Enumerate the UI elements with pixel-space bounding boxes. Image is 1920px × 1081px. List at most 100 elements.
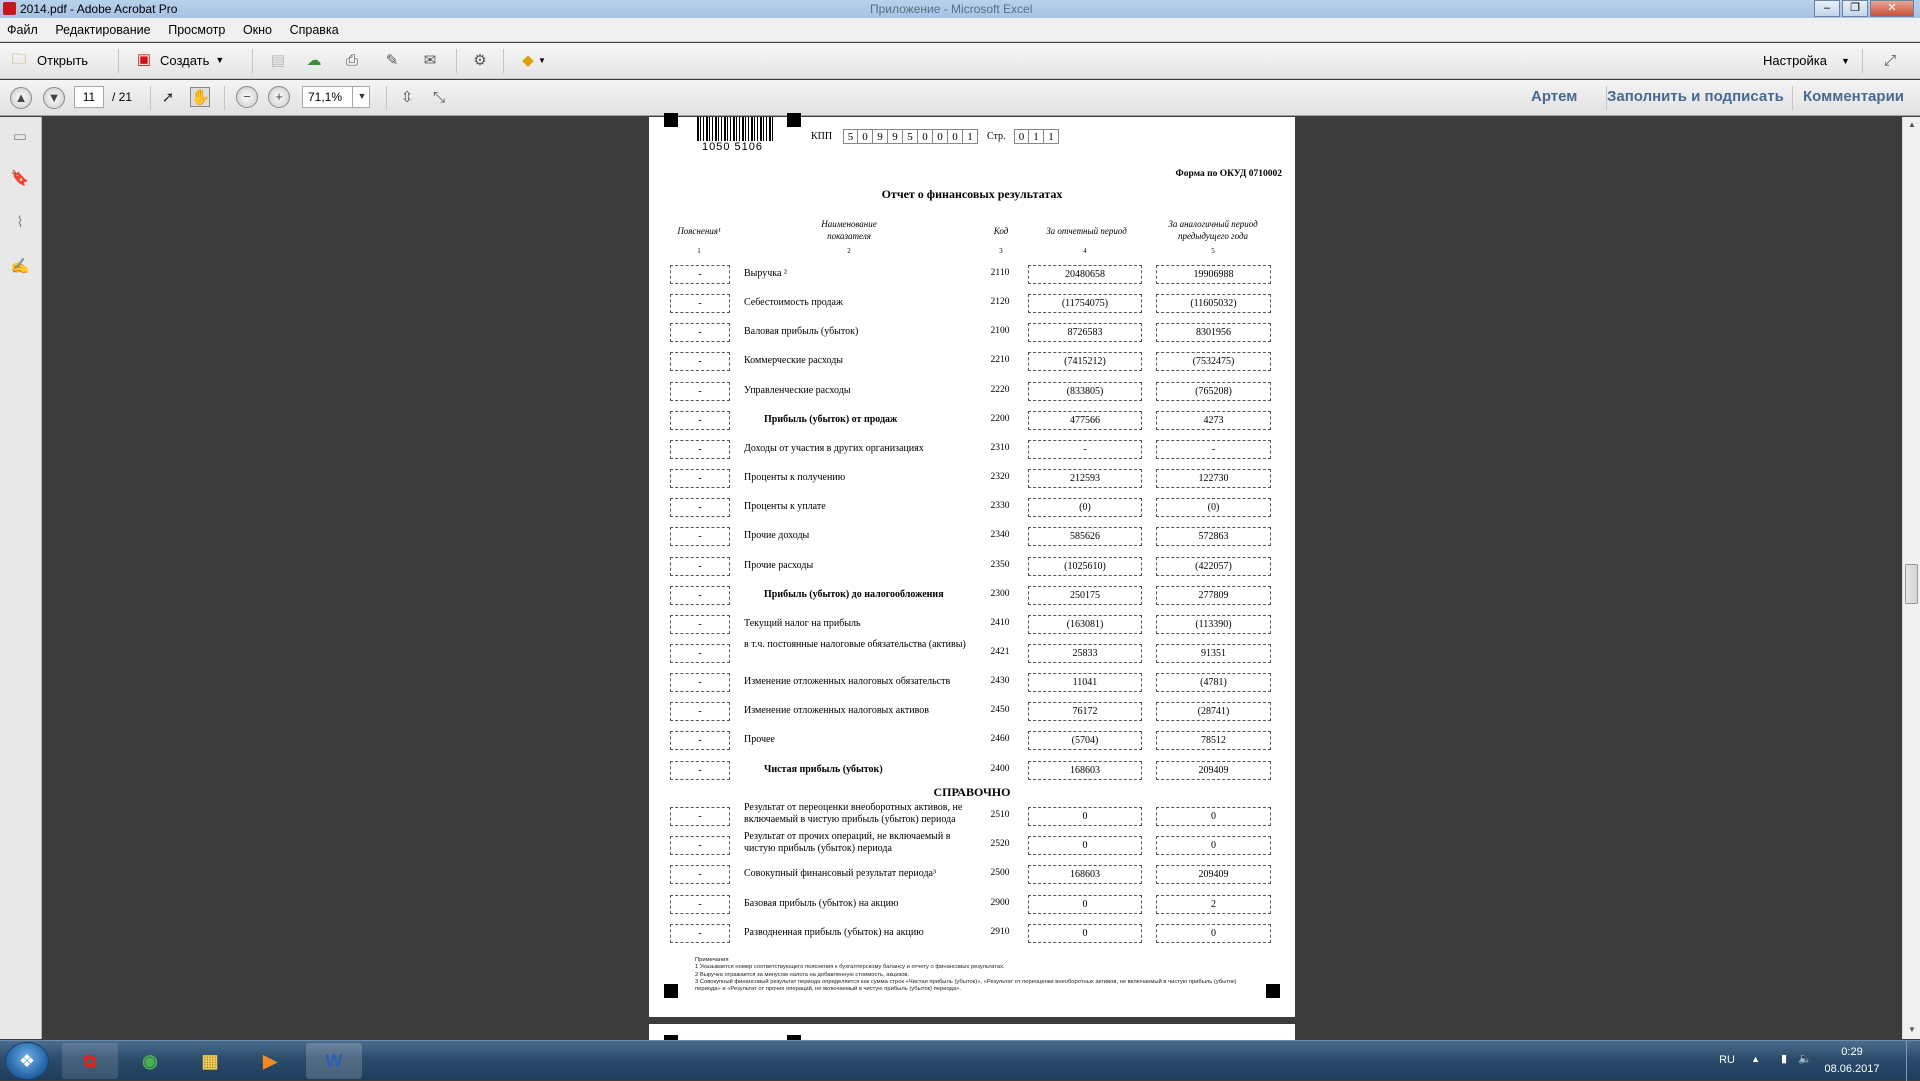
link-comments[interactable]: Комментарии — [1803, 88, 1904, 105]
report-title: Отчет о финансовых результатах — [881, 187, 1063, 201]
signature-icon[interactable]: ✍ — [10, 257, 30, 277]
gear-icon[interactable]: ⚙ — [470, 51, 490, 71]
footnote: Примечания — [695, 957, 729, 963]
language-indicator[interactable]: RU — [1719, 1054, 1735, 1066]
menu-file[interactable]: Файл — [0, 18, 45, 37]
folder-icon: 🗀 — [11, 51, 27, 68]
menu-view[interactable]: Просмотр — [161, 18, 232, 37]
edit-icon[interactable]: ✎ — [382, 51, 402, 71]
tray-expand-icon[interactable]: ▲ — [1751, 1054, 1760, 1064]
open-button[interactable]: 🗀 Открыть — [9, 50, 88, 70]
previous-period-cell: 0 — [1156, 836, 1271, 856]
code-cell: 2400 — [990, 763, 1010, 774]
indicator-name: Прибыль (убыток) до налогообложения — [764, 588, 944, 600]
page-digits: 011 — [1014, 129, 1059, 144]
code-cell: 2520 — [990, 839, 1010, 850]
chrome-taskbar-icon[interactable]: ◉ — [122, 1043, 178, 1079]
vertical-scrollbar[interactable]: ▲ ▼ — [1902, 117, 1920, 1039]
close-button[interactable]: ✕ — [1870, 0, 1914, 17]
word-taskbar-icon[interactable]: W — [306, 1043, 362, 1079]
footnotes: Примечания 1 Указывается номер соответст… — [695, 957, 1255, 993]
minimize-button[interactable]: – — [1814, 0, 1840, 17]
indicator-name: Прочие доходы — [744, 530, 810, 542]
kpp-label: КПП — [811, 131, 833, 142]
header-indicator: Наименование показателя — [821, 219, 877, 241]
save-icon[interactable]: ▤ — [268, 51, 288, 71]
indicator-name: Коммерческие расходы — [744, 355, 844, 367]
current-period-cell: 0 — [1028, 807, 1142, 826]
hand-tool-icon[interactable]: ✋ — [190, 87, 210, 107]
pdf-page: 1050 5106 КПП 509950001 Стр. 011 Форма п… — [649, 113, 1295, 1017]
customize-dropdown[interactable]: Настройка ▼ — [1763, 53, 1850, 68]
chevron-down-icon[interactable]: ▼ — [538, 56, 546, 65]
indicator-name: в т.ч. постоянные налоговые обязательств… — [744, 638, 966, 650]
table-row: - Результат от переоценки внеоборотных ак… — [649, 802, 1295, 831]
link-artem[interactable]: Артем — [1531, 88, 1577, 105]
table-row: - Прибыль (убыток) до налогообложения 2300… — [649, 585, 1295, 610]
scroll-up-icon[interactable]: ▲ — [1908, 120, 1916, 129]
current-period-cell: 250175 — [1028, 585, 1142, 605]
indicator-name: Совокупный финансовый результат периода³ — [744, 868, 936, 880]
code-cell: 2100 — [990, 326, 1010, 337]
start-button[interactable]: ❖ — [5, 1042, 49, 1080]
title-bar: 2014.pdf - Adobe Acrobat Pro Приложение … — [0, 0, 1920, 18]
previous-period-cell: (7532475) — [1156, 352, 1271, 372]
notes-cell: - — [670, 923, 730, 943]
pages-icon[interactable]: ▭ — [10, 127, 30, 147]
clock-date[interactable]: 08.06.2017 — [1824, 1063, 1880, 1075]
page-number-input[interactable]: 11 — [74, 86, 104, 108]
main-toolbar: 🗀 Открыть ▣ Создать ▼ ▤ ☁ ⎙ ✎ ✉ ⚙ ◆ ▼ На… — [0, 43, 1920, 79]
fit-page-icon[interactable]: ⇳ — [397, 88, 417, 108]
previous-period-cell: (4781) — [1156, 673, 1271, 693]
bookmark-icon[interactable]: 🔖 — [10, 169, 30, 189]
show-desktop-button[interactable] — [1906, 1041, 1920, 1081]
network-icon[interactable]: ▮ — [1781, 1052, 1787, 1065]
zoom-out-icon[interactable]: − — [236, 86, 258, 108]
next-page-icon[interactable]: ▼ — [43, 87, 65, 109]
media-player-taskbar-icon[interactable]: ▶ — [242, 1043, 298, 1079]
upload-cloud-icon[interactable]: ☁ — [304, 51, 324, 71]
scroll-down-icon[interactable]: ▼ — [1908, 1025, 1916, 1034]
fit-width-icon[interactable]: ⤡ — [429, 88, 449, 108]
email-icon[interactable]: ✉ — [420, 51, 440, 71]
expand-icon[interactable]: ⤢ — [1880, 51, 1900, 71]
chevron-down-icon: ▼ — [215, 55, 225, 65]
attachment-icon[interactable]: ⌇ — [10, 213, 30, 233]
previous-page-icon[interactable]: ▲ — [10, 87, 32, 109]
select-cursor-icon[interactable]: ➚ — [158, 88, 178, 108]
explorer-taskbar-icon[interactable]: ▦ — [182, 1043, 238, 1079]
comment-marker-icon[interactable]: ◆ — [518, 51, 538, 71]
indicator-name: Доходы от участия в других организациях — [744, 442, 924, 454]
menu-edit[interactable]: Редактирование — [48, 18, 157, 37]
header-current: За отчетный период — [1046, 226, 1127, 236]
barcode-number: 1050 5106 — [702, 141, 763, 153]
zoom-in-icon[interactable]: + — [268, 86, 290, 108]
notes-cell: - — [670, 585, 730, 605]
clock-time[interactable]: 0:29 — [1824, 1046, 1880, 1058]
notes-cell: - — [670, 439, 730, 459]
menu-window[interactable]: Окно — [236, 18, 279, 37]
menu-bar: Файл Редактирование Просмотр Окно Справк… — [0, 18, 1920, 42]
notes-cell: - — [670, 643, 730, 663]
scroll-thumb[interactable] — [1905, 564, 1918, 604]
previous-period-cell: - — [1156, 439, 1271, 459]
print-icon[interactable]: ⎙ — [342, 51, 362, 71]
corner-marker — [664, 113, 678, 127]
notes-cell: - — [670, 731, 730, 751]
link-fill-sign[interactable]: Заполнить и подписать — [1607, 88, 1784, 105]
create-button[interactable]: ▣ Создать ▼ — [134, 50, 224, 70]
maximize-button[interactable]: ❐ — [1842, 0, 1868, 17]
current-period-cell: (833805) — [1028, 381, 1142, 401]
volume-icon[interactable]: 🔈 — [1798, 1052, 1812, 1065]
acrobat-taskbar-icon[interactable]: ⧉ — [62, 1043, 118, 1079]
corner-marker — [664, 984, 678, 998]
table-row: - Валовая прибыль (убыток) 2100 8726583 8301… — [649, 323, 1295, 347]
code-cell: 2120 — [990, 297, 1010, 308]
zoom-dropdown[interactable]: ▼ — [352, 86, 371, 108]
notes-cell: - — [670, 323, 730, 343]
notes-cell: - — [670, 702, 730, 722]
col-num: 4 — [1083, 247, 1087, 255]
menu-help[interactable]: Справка — [283, 18, 346, 37]
previous-period-cell: (113390) — [1156, 614, 1271, 634]
table-row: - Разводненная прибыль (убыток) на акцию 2… — [649, 923, 1295, 948]
